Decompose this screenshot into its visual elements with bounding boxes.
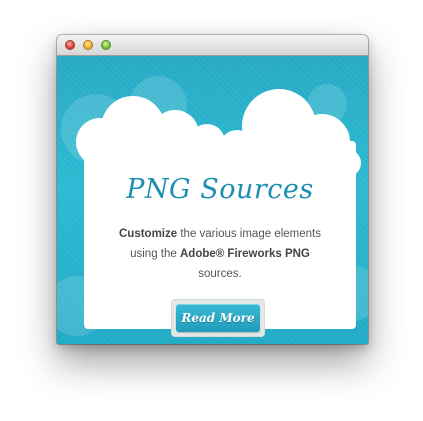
- minimize-window-button[interactable]: [83, 40, 93, 50]
- description-text: the various image elements: [177, 228, 321, 240]
- window-titlebar[interactable]: [57, 35, 368, 56]
- maximize-window-button[interactable]: [101, 40, 111, 50]
- description-emphasis: Adobe® Fireworks PNG: [179, 248, 310, 260]
- stage: PNG Sources Customize the various image …: [0, 0, 423, 421]
- description-text: using the: [130, 248, 180, 260]
- card-description: Customize the various image elements usi…: [84, 224, 356, 284]
- read-more-button[interactable]: Read More: [176, 304, 260, 332]
- close-window-button[interactable]: [65, 40, 75, 50]
- read-more-button-frame: Read More: [171, 299, 265, 337]
- app-window: PNG Sources Customize the various image …: [57, 35, 368, 344]
- content-area: PNG Sources Customize the various image …: [57, 56, 368, 344]
- description-emphasis: Customize: [119, 228, 178, 240]
- description-line-3: sources.: [198, 268, 242, 280]
- description-line-2: using the Adobe® Fireworks PNG: [84, 244, 356, 264]
- card-title: PNG Sources: [126, 174, 314, 205]
- description-line-1: Customize the various image elements: [84, 224, 356, 244]
